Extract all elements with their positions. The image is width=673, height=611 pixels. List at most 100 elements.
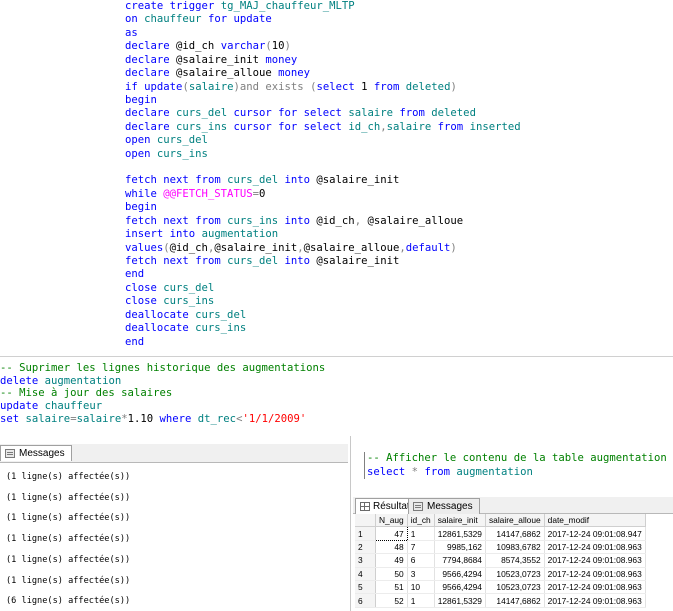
table-cell[interactable]: 2017-12-24 09:01:08.963 [544, 580, 646, 595]
table-cell[interactable]: 9566,4294 [434, 567, 486, 581]
table-cell[interactable]: 2017-12-24 09:01:08.963 [544, 540, 646, 555]
table-cell[interactable]: 7 [407, 540, 435, 555]
code-line: close curs_del [125, 281, 215, 294]
table-cell[interactable]: 2017-12-24 09:01:08.963 [544, 567, 646, 581]
table-row[interactable]: 6 52 1 12861,5329 14147,6862 2017-12-24 09:01… [355, 593, 646, 608]
table-row[interactable]: 3 49 6 7794,8684 8574,3552 2017-12-24 09:01:0… [355, 553, 646, 568]
select-query-editor[interactable]: -- Afficher le contenu de la table augme… [355, 452, 673, 488]
code-line: close curs_ins [125, 295, 215, 308]
column-header[interactable]: id_ch [407, 514, 435, 528]
row-number[interactable]: 3 [355, 553, 376, 568]
table-cell[interactable]: 14147,6862 [485, 526, 545, 541]
code-line: -- Suprimer les lignes historique des au… [0, 362, 326, 374]
grid-icon [360, 502, 370, 511]
table-cell[interactable]: 10 [407, 580, 435, 595]
row-number-header [355, 514, 376, 528]
editor-gutter-line [364, 452, 365, 479]
code-line: -- Mise à jour des salaires [0, 387, 173, 400]
code-line: declare curs_del cursor for select salai… [125, 107, 476, 120]
table-row[interactable]: 2 48 7 9985,162 10983,6782 2017-12-24 09:01:0… [355, 540, 646, 555]
code-line: create trigger tg_MAJ_chauffeur_MLTP [125, 0, 355, 12]
table-cell[interactable]: 1 [407, 593, 435, 608]
table-cell[interactable]: 8574,3552 [485, 553, 545, 568]
tab-messages-left-label: Messages [19, 448, 65, 459]
table-cell[interactable]: 2017-12-24 09:01:08.963 [544, 593, 646, 608]
code-line: open curs_del [125, 134, 208, 147]
code-line: while @@FETCH_STATUS=0 [125, 187, 266, 200]
right-results-tabbar: Résultats Messages [353, 497, 673, 514]
messages-icon [5, 449, 15, 458]
code-line: if update(salaire)and exists (select 1 f… [125, 80, 457, 93]
table-row[interactable]: 5 51 10 9566,4294 10523,0723 2017-12-24 09:01… [355, 580, 646, 595]
tab-messages-right[interactable]: Messages [408, 498, 480, 514]
trigger-code-editor[interactable]: create trigger tg_MAJ_chauffeur_MLTP on c… [125, 0, 673, 352]
code-line: deallocate curs_del [125, 308, 247, 321]
pane-splitter[interactable] [350, 436, 351, 611]
message-line: (1 ligne(s) affectée(s)) [6, 513, 131, 524]
results-header-row: N_aug id_ch salaire_init salaire_alloue … [355, 514, 646, 528]
table-cell[interactable]: 10983,6782 [485, 540, 545, 555]
message-line: (1 ligne(s) affectée(s)) [6, 575, 131, 586]
table-cell[interactable]: 9985,162 [434, 540, 486, 555]
table-cell[interactable]: 12861,5329 [434, 593, 486, 608]
column-header[interactable]: salaire_alloue [485, 514, 545, 528]
table-cell[interactable]: 14147,6862 [485, 593, 545, 608]
code-line: end [125, 268, 145, 281]
table-cell[interactable]: 47 [375, 526, 408, 541]
column-header[interactable]: salaire_init [434, 514, 486, 528]
table-cell[interactable]: 49 [375, 553, 408, 568]
code-line: as [125, 26, 138, 39]
table-cell[interactable]: 10523,0723 [485, 567, 545, 581]
code-line: end [125, 335, 145, 348]
code-line: -- Afficher le contenu de la table augme… [367, 452, 667, 464]
messages-icon [413, 502, 423, 511]
code-line: declare @salaire_init money [125, 53, 298, 66]
row-number[interactable]: 2 [355, 540, 376, 555]
table-cell[interactable]: 2017-12-24 09:01:08.947 [544, 526, 646, 541]
code-line: open curs_ins [125, 147, 208, 160]
message-line: (1 ligne(s) affectée(s)) [6, 492, 131, 503]
editor-separator [0, 356, 673, 357]
code-line: delete augmentation [0, 374, 122, 387]
table-cell[interactable]: 1 [407, 526, 435, 541]
table-cell[interactable]: 2017-12-24 09:01:08.963 [544, 553, 646, 568]
left-results-tabbar: Messages [0, 444, 348, 463]
table-row[interactable]: 1 47 1 12861,5329 14147,6862 2017-12-24 09:01… [355, 526, 646, 541]
code-line: deallocate curs_ins [125, 322, 247, 335]
row-number[interactable]: 4 [355, 567, 376, 581]
message-line: (1 ligne(s) affectée(s)) [6, 534, 131, 545]
code-line: fetch next from curs_del into @salaire_i… [125, 254, 400, 267]
column-header[interactable]: N_aug [375, 514, 408, 528]
code-line: begin [125, 93, 157, 106]
table-cell[interactable]: 52 [375, 593, 408, 608]
row-number[interactable]: 1 [355, 526, 376, 541]
table-cell[interactable]: 48 [375, 540, 408, 555]
table-cell[interactable]: 9566,4294 [434, 580, 486, 595]
table-cell[interactable]: 12861,5329 [434, 526, 486, 541]
results-grid[interactable]: N_aug id_ch salaire_init salaire_alloue … [355, 514, 646, 608]
message-line: (1 ligne(s) affectée(s)) [6, 472, 131, 482]
code-line: values(@id_ch,@salaire_init,@salaire_all… [125, 241, 457, 254]
table-cell[interactable]: 51 [375, 580, 408, 595]
row-number[interactable]: 5 [355, 580, 376, 595]
tab-messages-left[interactable]: Messages [0, 445, 72, 461]
code-line: fetch next from curs_ins into @id_ch, @s… [125, 214, 464, 227]
table-cell[interactable]: 10523,0723 [485, 580, 545, 595]
update-query-editor[interactable]: -- Suprimer les lignes historique des au… [0, 362, 350, 432]
row-number[interactable]: 6 [355, 593, 376, 608]
code-line: on chauffeur for update [125, 13, 272, 26]
code-line: select * from augmentation [367, 465, 533, 478]
table-cell[interactable]: 7794,8684 [434, 553, 486, 568]
code-line: update chauffeur [0, 400, 103, 413]
code-line: insert into augmentation [125, 228, 279, 241]
code-line: begin [125, 201, 157, 214]
code-line: declare @salaire_alloue money [125, 67, 310, 80]
tab-messages-right-label: Messages [427, 501, 473, 512]
table-cell[interactable]: 6 [407, 553, 435, 568]
table-row[interactable]: 4 50 3 9566,4294 10523,0723 2017-12-24 09:01:… [355, 567, 646, 581]
table-cell[interactable]: 3 [407, 567, 435, 581]
code-line: declare curs_ins cursor for select id_ch… [125, 120, 521, 133]
code-line: set salaire=salaire*1.10 where dt_rec<'1… [0, 412, 307, 425]
column-header[interactable]: date_modif [544, 514, 646, 528]
table-cell[interactable]: 50 [375, 567, 408, 581]
